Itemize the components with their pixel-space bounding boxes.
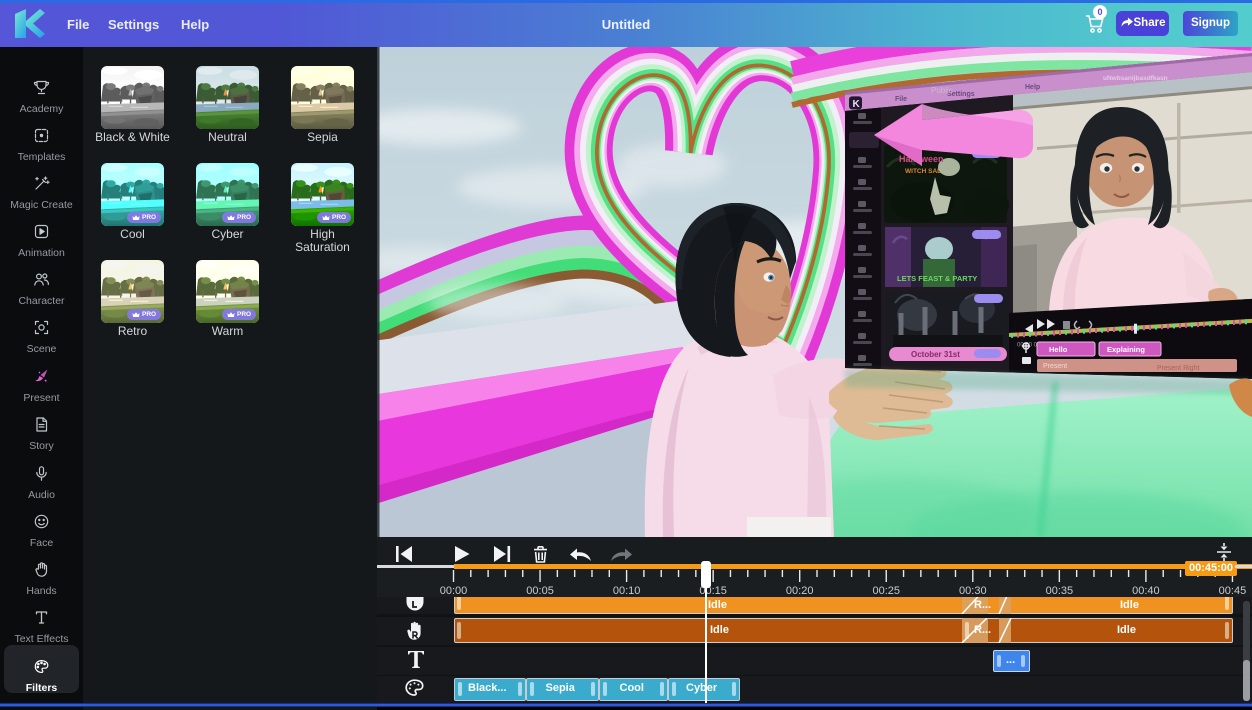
svg-text:October 31st: October 31st — [911, 350, 960, 359]
svg-text:K: K — [853, 99, 861, 110]
svg-text:File: File — [895, 96, 907, 103]
svg-text:Public: Public — [931, 86, 953, 95]
svg-text:uNwbsanijbasdfkasn: uNwbsanijbasdfkasn — [1103, 75, 1168, 82]
svg-text:LETS FEAST & PARTY: LETS FEAST & PARTY — [897, 274, 977, 283]
svg-text:Explaining: Explaining — [1107, 345, 1145, 354]
svg-text:Help: Help — [1025, 84, 1040, 91]
svg-text:Hello: Hello — [1049, 345, 1068, 354]
svg-text:Present: Present — [1043, 363, 1067, 370]
svg-text:Present Right: Present Right — [1157, 365, 1199, 372]
svg-text:WITCH SAL: WITCH SAL — [905, 168, 941, 175]
